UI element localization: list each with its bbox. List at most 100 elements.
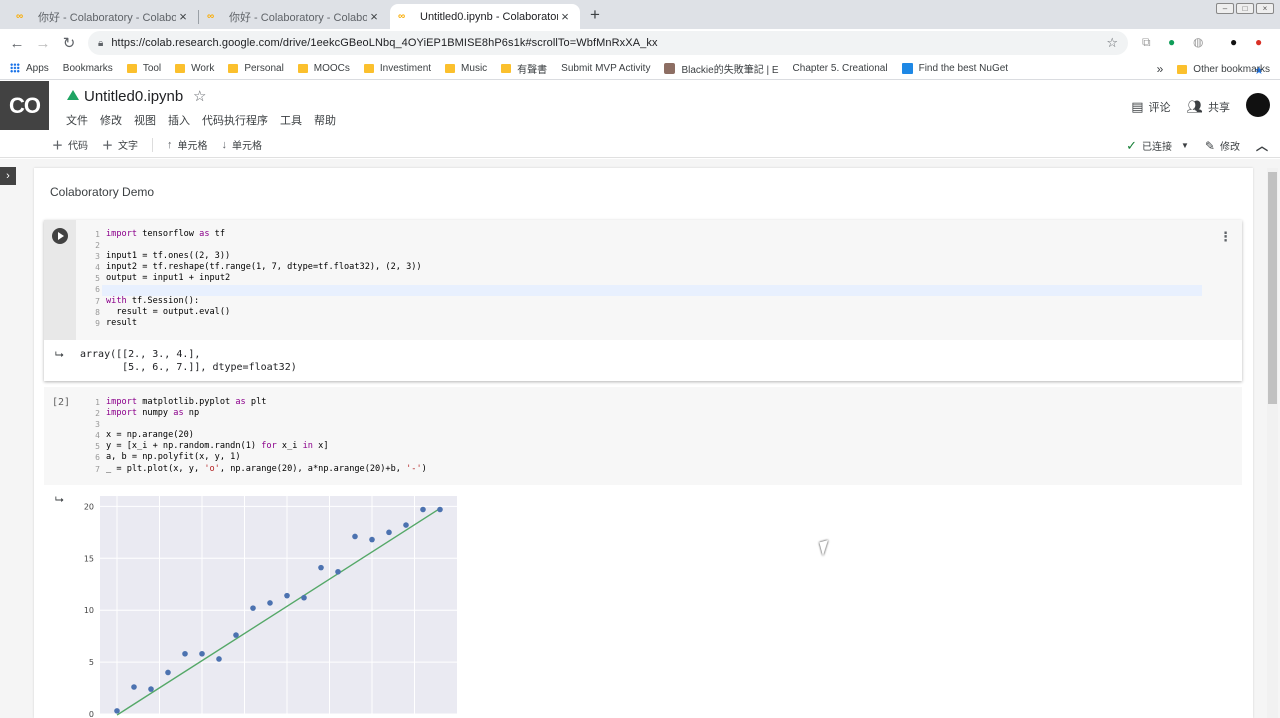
- code-text: import tensorflow as tf input1 = tf.ones…: [106, 229, 422, 328]
- scrollbar-thumb[interactable]: [1268, 172, 1277, 404]
- line-numbers: 1 2 3 4 5 6 7 8 9: [88, 229, 100, 329]
- bookmark-label: 有聲書: [517, 64, 548, 76]
- browser-tab[interactable]: ∞ 你好 - Colaboratory - Colaborato ×: [8, 4, 198, 29]
- menu-edit[interactable]: 修改: [100, 112, 122, 128]
- keyword: for: [261, 441, 277, 452]
- new-tab-button[interactable]: +: [590, 5, 600, 25]
- edit-mode-button[interactable]: ✎ 修改: [1204, 138, 1240, 154]
- bookmark-star-icon[interactable]: ☆: [1106, 35, 1118, 51]
- collapse-header-icon[interactable]: ︿: [1256, 137, 1268, 154]
- y-tick-label: 10: [84, 606, 94, 615]
- keyword: as: [199, 229, 210, 239]
- notebook-title[interactable]: Untitled0.ipynb: [84, 88, 183, 105]
- line-number: 2: [95, 241, 100, 251]
- other-bookmarks[interactable]: Other bookmarks: [1177, 64, 1270, 75]
- star-icon[interactable]: ☆: [193, 87, 206, 105]
- extension-icon[interactable]: ◍: [1193, 35, 1203, 49]
- bookmark-item[interactable]: Work: [175, 63, 214, 74]
- account-avatar[interactable]: [1246, 93, 1270, 117]
- bookmarks-overflow-button[interactable]: »: [1157, 62, 1164, 76]
- data-point: [114, 708, 120, 714]
- wechat-extension-icon[interactable]: ●: [1168, 35, 1175, 49]
- keyword: import: [106, 397, 138, 407]
- line-number: 9: [95, 318, 100, 328]
- comment-button[interactable]: ▤ 评论: [1131, 99, 1170, 115]
- bookmarks-right: » Other bookmarks: [1157, 62, 1270, 76]
- close-icon[interactable]: ×: [367, 9, 381, 24]
- run-cell-button[interactable]: [52, 228, 68, 244]
- plus-icon: ＋: [102, 139, 113, 152]
- extension-icon[interactable]: ⧉: [1142, 35, 1151, 50]
- colab-favicon-icon: ∞: [16, 11, 24, 22]
- runtime-status-button[interactable]: ✓ 已连接 ▼: [1126, 138, 1189, 154]
- folder-icon: [175, 63, 186, 73]
- menu-file[interactable]: 文件: [66, 112, 88, 128]
- folder-icon: [445, 63, 456, 73]
- reload-icon[interactable]: ↻: [56, 34, 82, 52]
- maximize-icon[interactable]: □: [1236, 3, 1254, 14]
- menu-runtime[interactable]: 代码执行程序: [202, 112, 268, 128]
- move-cell-up-button[interactable]: ↑ 单元格: [167, 137, 208, 153]
- line-number: 1: [95, 230, 100, 239]
- output-arrow-icon[interactable]: ⮡: [55, 349, 64, 362]
- output-arrow-icon[interactable]: ⮡: [55, 494, 64, 507]
- add-text-button[interactable]: ＋ 文字: [102, 137, 138, 153]
- profile-avatar-icon[interactable]: ●: [1230, 35, 1237, 49]
- data-point: [233, 632, 239, 638]
- line-numbers: 1 2 3 4 5 6 7: [88, 397, 100, 475]
- bookmark-item[interactable]: Music: [445, 63, 487, 74]
- line-number: 8: [95, 307, 100, 317]
- bookmark-item[interactable]: 有聲書: [501, 61, 547, 76]
- menu-icon[interactable]: ●: [1255, 35, 1262, 49]
- tab-title: 你好 - Colaboratory - Colaborato: [229, 11, 367, 24]
- bookmark-item[interactable]: Submit MVP Activity: [34, 63, 650, 235]
- code-cell[interactable]: [2] 1 2 3 4 5 6 7 import matplotlib.pypl…: [44, 387, 1242, 485]
- bookmark-item[interactable]: Personal: [228, 63, 284, 74]
- move-cell-down-button[interactable]: ↓ 单元格: [221, 137, 263, 153]
- menu-help[interactable]: 帮助: [314, 112, 336, 128]
- close-window-icon[interactable]: ×: [1256, 3, 1274, 14]
- back-arrow-icon[interactable]: ←: [4, 35, 30, 52]
- bookmark-item[interactable]: ★ Bookmarks: [63, 63, 1264, 77]
- pencil-icon: ✎: [1204, 138, 1215, 153]
- line-number: 4: [95, 263, 100, 273]
- address-bar-row: ← → ↻ 🔒︎ https://colab.research.google.c…: [0, 29, 1280, 57]
- colab-logo[interactable]: CO: [0, 81, 49, 130]
- forward-arrow-icon[interactable]: →: [30, 35, 56, 52]
- bookmark-label: Other bookmarks: [1193, 63, 1270, 75]
- bookmark-item[interactable]: Investiment: [363, 63, 431, 74]
- data-point: [403, 522, 409, 528]
- connected-label: 已连接: [1142, 142, 1172, 153]
- bookmark-item[interactable]: Apps: [10, 63, 49, 74]
- bookmark-item[interactable]: MOOCs: [297, 63, 350, 74]
- close-icon[interactable]: ×: [176, 9, 190, 24]
- add-code-button[interactable]: ＋ 代码: [52, 137, 88, 153]
- code-cell[interactable]: 1 2 3 4 5 6 7 8 9 import tensorflow as t…: [44, 220, 1242, 381]
- minimize-icon[interactable]: –: [1216, 3, 1234, 14]
- scrollbar[interactable]: [1267, 168, 1278, 718]
- bookmark-item[interactable]: Tool: [126, 63, 161, 74]
- close-icon[interactable]: ×: [558, 9, 572, 24]
- more-vert-icon[interactable]: ⋮: [1219, 229, 1232, 245]
- bookmark-item[interactable]: Chapter 5. Creational: [34, 63, 888, 235]
- bookmark-label: Music: [461, 62, 488, 74]
- line-number: 3: [95, 420, 100, 430]
- text-cell[interactable]: Colaboratory Demo: [50, 185, 154, 199]
- share-button[interactable]: 👥︎ 共享: [1186, 99, 1230, 115]
- execution-count: [2]: [52, 397, 71, 408]
- line-number: 7: [95, 464, 100, 474]
- arrow-down-icon: ↓: [221, 138, 228, 151]
- menu-view[interactable]: 视图: [134, 112, 156, 128]
- side-panel-toggle[interactable]: ›: [0, 167, 16, 185]
- browser-tab-active[interactable]: ∞ Untitled0.ipynb - Colaboratory ×: [390, 4, 580, 29]
- menu-tools[interactable]: 工具: [280, 112, 302, 128]
- data-point: [182, 650, 188, 657]
- chevron-right-icon: ›: [6, 170, 10, 182]
- browser-tab[interactable]: ∞ 你好 - Colaboratory - Colaborato ×: [199, 4, 389, 29]
- bookmark-item[interactable]: Blackie的失敗筆記 | E: [664, 61, 779, 76]
- url-field[interactable]: 🔒︎ https://colab.research.google.com/dri…: [88, 31, 1128, 55]
- bookmark-item[interactable]: Find the best NuGet: [901, 62, 1008, 74]
- arrow-up-icon: ↑: [167, 138, 173, 151]
- menu-insert[interactable]: 插入: [168, 112, 190, 128]
- y-tick-label: 20: [84, 502, 94, 511]
